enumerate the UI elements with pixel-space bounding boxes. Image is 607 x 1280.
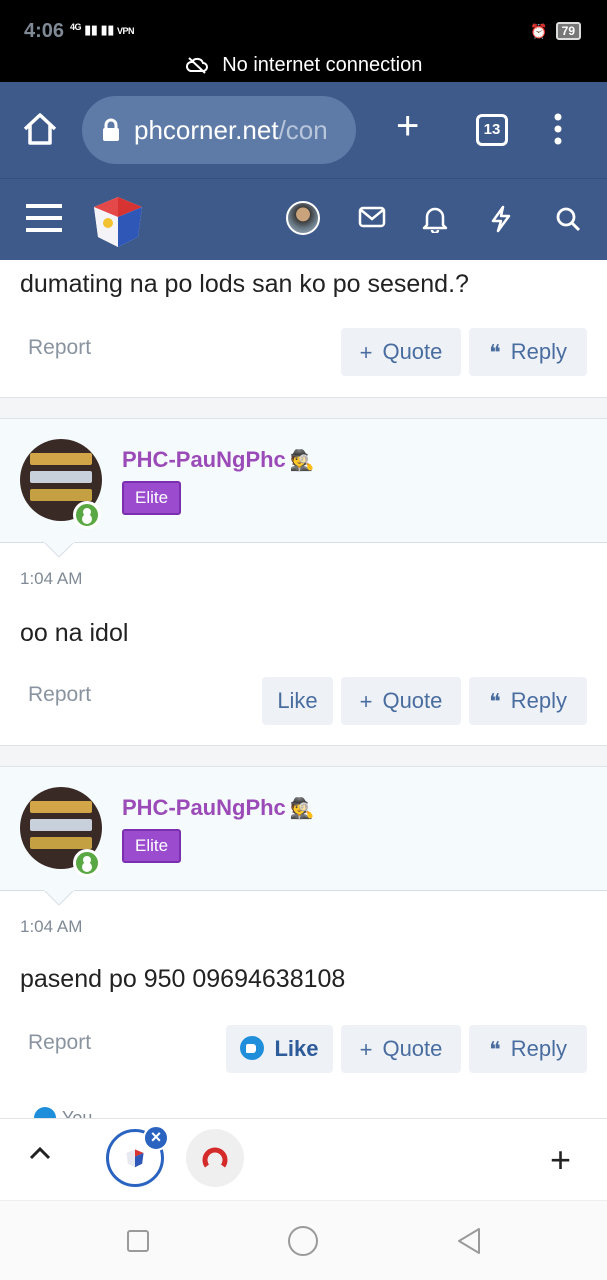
quote-plus-icon: + bbox=[359, 689, 373, 714]
incognito-icon: 🕵 bbox=[289, 798, 315, 820]
vpn-label: VPN bbox=[117, 26, 135, 36]
mail-icon[interactable] bbox=[358, 205, 386, 229]
poster-username[interactable]: PHC-PauNgPhc 🕵 bbox=[122, 795, 315, 821]
quote-button[interactable]: + Quote bbox=[341, 328, 461, 376]
recents-icon[interactable] bbox=[126, 1229, 150, 1253]
reply-button[interactable]: ❝ Reply bbox=[469, 328, 587, 376]
like-label: Like bbox=[274, 1036, 319, 1061]
report-link[interactable]: Report bbox=[28, 1031, 91, 1055]
quote-button[interactable]: + Quote bbox=[341, 677, 461, 725]
post-2: PHC-PauNgPhc 🕵 Elite 1:04 AM pasend po 95… bbox=[0, 766, 607, 1118]
close-icon[interactable]: × bbox=[143, 1125, 169, 1151]
app-logo-icon bbox=[202, 1147, 228, 1168]
reply-label: Reply bbox=[510, 1036, 568, 1061]
signal-bars-icon: ▮▮ ▮▮ bbox=[84, 22, 114, 37]
post-header: PHC-PauNgPhc 🕵 Elite bbox=[0, 419, 607, 543]
quote-label: Quote bbox=[382, 1036, 443, 1061]
post-message: pasend po 950 09694638108 bbox=[20, 965, 346, 993]
quote-label: Quote bbox=[382, 688, 443, 713]
post-header: PHC-PauNgPhc 🕵 Elite bbox=[0, 767, 607, 891]
site-logo bbox=[126, 1149, 144, 1168]
home-icon[interactable] bbox=[22, 112, 58, 146]
post-1: PHC-PauNgPhc 🕵 Elite 1:04 AM oo na idol R… bbox=[0, 418, 607, 746]
new-tab-button[interactable]: + bbox=[396, 106, 419, 146]
report-link[interactable]: Report bbox=[28, 336, 91, 360]
chevron-up-icon[interactable] bbox=[28, 1145, 52, 1161]
header-pointer bbox=[44, 890, 74, 906]
incognito-icon: 🕵 bbox=[289, 450, 315, 472]
battery-indicator: 79 bbox=[555, 22, 581, 40]
user-title-badge: Elite bbox=[122, 481, 182, 515]
site-logo[interactable] bbox=[90, 193, 146, 249]
reply-quote-icon: ❝ bbox=[488, 340, 501, 365]
reply-label: Reply bbox=[510, 339, 568, 364]
post-time[interactable]: 1:04 AM bbox=[20, 917, 82, 937]
alarm-icon: ⏰ bbox=[530, 22, 548, 39]
url-path: /con bbox=[278, 115, 328, 145]
menu-icon[interactable] bbox=[26, 203, 62, 233]
reply-quote-icon: ❝ bbox=[488, 1037, 501, 1062]
like-button[interactable]: Like bbox=[226, 1025, 333, 1073]
poster-username[interactable]: PHC-PauNgPhc 🕵 bbox=[122, 447, 315, 473]
like-thumb-icon bbox=[240, 1036, 265, 1060]
back-icon[interactable] bbox=[455, 1227, 483, 1255]
network-type: 4G bbox=[70, 22, 82, 32]
thread-content: dumating na po lods san ko po sesend.? R… bbox=[0, 260, 607, 1118]
add-tab-button[interactable]: + bbox=[550, 1139, 571, 1181]
post-message: oo na idol bbox=[20, 619, 129, 647]
like-thumb-icon bbox=[34, 1107, 56, 1118]
reply-label: Reply bbox=[510, 688, 568, 713]
reply-button[interactable]: ❝ Reply bbox=[469, 677, 587, 725]
user-avatar[interactable] bbox=[286, 201, 320, 235]
quote-plus-icon: + bbox=[359, 1037, 373, 1062]
site-navbar bbox=[0, 178, 607, 260]
address-bar[interactable]: phcorner.net/con bbox=[82, 96, 356, 164]
notice-text: No internet connection bbox=[222, 54, 423, 76]
bell-icon[interactable] bbox=[422, 205, 448, 233]
lock-icon bbox=[103, 118, 119, 141]
quote-label: Quote bbox=[382, 339, 443, 364]
status-bar: 4:06 4G ▮▮ ▮▮ VPN ⏰ 79 No internet conne… bbox=[0, 0, 607, 82]
like-button[interactable]: Like bbox=[262, 677, 333, 725]
system-navigation-bar bbox=[0, 1200, 607, 1280]
reply-button[interactable]: ❝ Reply bbox=[469, 1025, 587, 1073]
post-previous: dumating na po lods san ko po sesend.? R… bbox=[0, 260, 607, 398]
bolt-icon[interactable] bbox=[490, 205, 512, 233]
post-time[interactable]: 1:04 AM bbox=[20, 569, 82, 589]
header-pointer bbox=[44, 542, 74, 558]
quote-button[interactable]: + Quote bbox=[341, 1025, 461, 1073]
browser-tab-bar: × + bbox=[0, 1118, 607, 1200]
online-status-icon bbox=[73, 501, 101, 529]
browser-toolbar: phcorner.net/con + 13 bbox=[0, 82, 607, 178]
reactions-text: You bbox=[62, 1108, 93, 1118]
url-domain: phcorner.net bbox=[134, 115, 279, 145]
user-title-badge: Elite bbox=[122, 829, 182, 863]
post-message: dumating na po lods san ko po sesend.? bbox=[20, 270, 469, 298]
username-text: PHC-PauNgPhc bbox=[122, 447, 286, 472]
online-status-icon bbox=[73, 849, 101, 877]
tabs-button[interactable]: 13 bbox=[476, 114, 508, 146]
tab-other[interactable] bbox=[186, 1129, 244, 1187]
cloud-off-icon bbox=[185, 57, 208, 74]
quote-plus-icon: + bbox=[359, 340, 373, 365]
report-link[interactable]: Report bbox=[28, 683, 91, 707]
reactions-summary[interactable]: You bbox=[34, 1107, 92, 1118]
username-text: PHC-PauNgPhc bbox=[122, 795, 286, 820]
no-connection-notice: No internet connection bbox=[0, 54, 607, 77]
search-icon[interactable] bbox=[554, 205, 582, 233]
home-button-icon[interactable] bbox=[287, 1225, 319, 1257]
network-indicator: 4G ▮▮ ▮▮ VPN bbox=[70, 22, 135, 38]
reply-quote-icon: ❝ bbox=[488, 689, 501, 714]
clock: 4:06 bbox=[24, 20, 65, 42]
more-icon[interactable] bbox=[552, 112, 564, 146]
